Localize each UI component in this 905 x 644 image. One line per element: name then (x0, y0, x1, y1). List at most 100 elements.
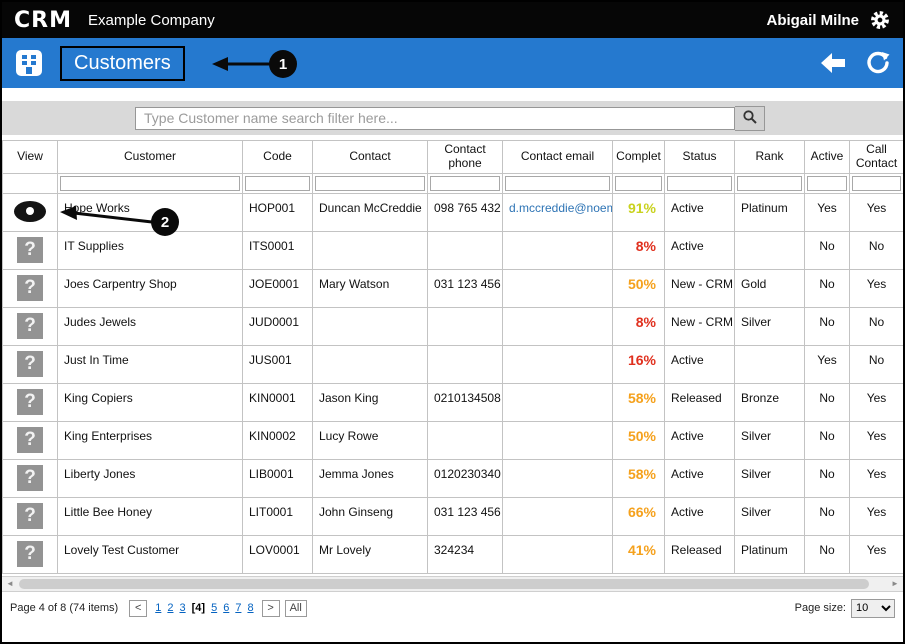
company-name: Example Company (87, 11, 215, 29)
search-button[interactable] (735, 105, 765, 131)
refresh-icon[interactable] (865, 50, 891, 76)
cell-email (502, 230, 613, 270)
filter-input-active[interactable] (807, 175, 847, 191)
question-icon[interactable]: ? (17, 274, 43, 301)
table-row[interactable]: ? Just In Time JUS001 16% Active Yes No (2, 344, 903, 384)
column-header-customer[interactable]: Customer (57, 140, 243, 174)
cell-contact (312, 230, 428, 270)
column-header-code[interactable]: Code (242, 140, 313, 174)
user-name[interactable]: Abigail Milne (766, 12, 859, 29)
callout-badge-2: 2 (151, 208, 179, 236)
cell-code: ITS0001 (242, 230, 313, 270)
pager-all-button[interactable]: All (284, 599, 307, 617)
cell-phone: 031 123 456 (427, 496, 503, 536)
table-row[interactable]: ? IT Supplies ITS0001 8% Active No No (2, 230, 903, 270)
cell-active: Yes (804, 344, 850, 384)
filter-input-call[interactable] (852, 175, 901, 191)
table-row[interactable]: ? Liberty Jones LIB0001 Jemma Jones 01202303… (2, 458, 903, 498)
cell-complete: 91% (612, 192, 665, 232)
page-size-label: Page size: (794, 602, 846, 615)
pager: Page 4 of 8 (74 items) < 1 2 3 [4] 5 6 7 8 > Al… (2, 592, 903, 618)
filter-input-rank[interactable] (737, 175, 802, 191)
filter-input-contact[interactable] (315, 175, 425, 191)
column-header-contact[interactable]: Contact (312, 140, 428, 174)
cell-active: No (804, 496, 850, 536)
pager-page-link[interactable]: 1 (155, 602, 161, 614)
column-header-active[interactable]: Active (804, 140, 850, 174)
cell-phone: 324234 (427, 534, 503, 574)
pager-page-link[interactable]: 6 (223, 602, 229, 614)
column-header-phone[interactable]: Contact phone (427, 140, 503, 174)
question-icon[interactable]: ? (17, 426, 43, 453)
settings-gear-icon[interactable] (869, 9, 891, 31)
scroll-left-icon[interactable]: ◄ (2, 577, 18, 591)
column-header-status[interactable]: Status (664, 140, 735, 174)
question-icon[interactable]: ? (17, 350, 43, 377)
table-row[interactable]: ? Little Bee Honey LIT0001 John Ginseng 031 … (2, 496, 903, 536)
eye-pupil (26, 207, 34, 216)
column-header-call[interactable]: Call Contact (849, 140, 903, 174)
scroll-right-icon[interactable]: ► (887, 577, 903, 591)
cell-email (502, 458, 613, 498)
search-input[interactable] (135, 106, 735, 130)
pager-page-link[interactable]: 3 (179, 602, 185, 614)
question-icon[interactable]: ? (17, 540, 43, 567)
cell-contact: Jason King (312, 382, 428, 422)
column-header-complete[interactable]: Complet (612, 140, 665, 174)
filter-input-phone[interactable] (430, 175, 500, 191)
table-row[interactable]: ? Lovely Test Customer LOV0001 Mr Lovely 324… (2, 534, 903, 574)
back-arrow-icon[interactable] (819, 51, 847, 75)
cell-contact: Duncan McCreddie (312, 192, 428, 232)
cell-call: No (849, 230, 903, 270)
callout-badge-1: 1 (269, 50, 297, 78)
pager-next-button[interactable]: > (261, 599, 280, 617)
question-icon[interactable]: ? (17, 388, 43, 415)
customers-module-icon[interactable] (14, 48, 44, 78)
filter-input-complete[interactable] (615, 175, 662, 191)
nav-bar: Customers (2, 38, 903, 88)
cell-contact: Mr Lovely (312, 534, 428, 574)
cell-rank: Bronze (734, 382, 805, 422)
column-header-view[interactable]: View (2, 140, 58, 174)
table-row[interactable]: ? King Copiers KIN0001 Jason King 0210134508… (2, 382, 903, 422)
question-icon[interactable]: ? (17, 312, 43, 339)
cell-call: Yes (849, 496, 903, 536)
table-row[interactable]: ? King Enterprises KIN0002 Lucy Rowe 50% Acti… (2, 420, 903, 460)
question-icon[interactable]: ? (17, 236, 43, 263)
page-title: Customers (74, 51, 171, 74)
horizontal-scrollbar[interactable]: ◄ ► (2, 575, 903, 592)
cell-call: Yes (849, 534, 903, 574)
filter-input-customer[interactable] (60, 175, 240, 191)
scrollbar-thumb[interactable] (19, 578, 869, 589)
filter-input-status[interactable] (667, 175, 732, 191)
crm-window: CRM Example Company Abigail Milne Custom… (0, 0, 905, 644)
table-row[interactable]: Hope Works HOP001 Duncan McCreddie 098 765 … (2, 192, 903, 232)
crm-logo: CRM (14, 7, 72, 33)
pager-current-page[interactable]: [4] (192, 602, 205, 614)
cell-active: No (804, 230, 850, 270)
cell-phone: 0120230340 (427, 458, 503, 498)
cell-status: New - CRM (664, 268, 735, 308)
table-row[interactable]: ? Joes Carpentry Shop JOE0001 Mary Watson 03… (2, 268, 903, 308)
pager-page-link[interactable]: 7 (235, 602, 241, 614)
question-icon[interactable]: ? (17, 502, 43, 529)
column-header-rank[interactable]: Rank (734, 140, 805, 174)
table-row[interactable]: ? Judes Jewels JUD0001 8% New - CRM Silver No N… (2, 306, 903, 346)
view-eye-icon[interactable] (14, 200, 46, 222)
cell-call: Yes (849, 192, 903, 232)
cell-email (502, 268, 613, 308)
column-header-email[interactable]: Contact email (502, 140, 613, 174)
filter-input-email[interactable] (505, 175, 610, 191)
cell-rank: Silver (734, 496, 805, 536)
question-icon[interactable]: ? (17, 464, 43, 491)
pager-prev-button[interactable]: < (129, 599, 148, 617)
pager-page-link[interactable]: 8 (247, 602, 253, 614)
cell-email[interactable]: d.mccreddie@noem (502, 192, 613, 232)
cell-call: No (849, 344, 903, 384)
page-size-select[interactable]: 10 (851, 598, 895, 618)
top-bar: CRM Example Company Abigail Milne (2, 2, 903, 38)
pager-page-link[interactable]: 5 (211, 602, 217, 614)
filter-input-code[interactable] (245, 175, 310, 191)
cell-customer: Judes Jewels (57, 306, 243, 346)
pager-page-link[interactable]: 2 (167, 602, 173, 614)
